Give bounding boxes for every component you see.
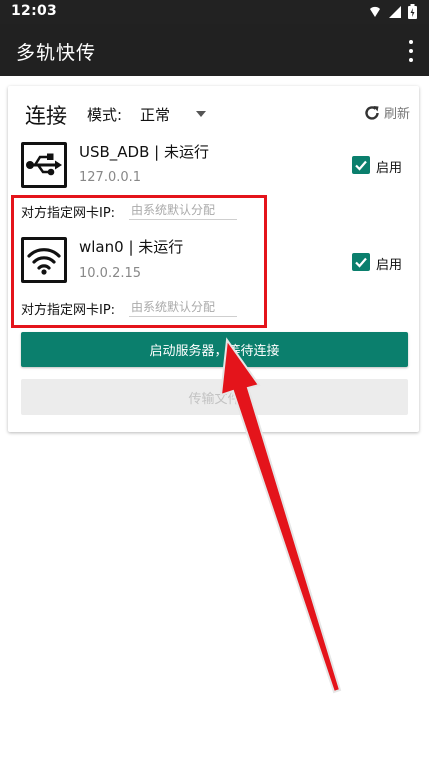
checkmark-icon: [355, 160, 367, 171]
enable-checkbox-wlan[interactable]: [352, 253, 370, 271]
transfer-file-button: 传输文件: [21, 379, 408, 415]
enable-label: 启用: [376, 161, 403, 176]
connection-address: 10.0.2.15: [79, 266, 142, 281]
peer-ip-input-usb[interactable]: [129, 200, 237, 220]
refresh-icon: [365, 105, 379, 120]
connection-name: USB_ADB | 未运行: [79, 143, 209, 161]
enable-checkbox-usb[interactable]: [352, 156, 370, 174]
enable-label: 启用: [376, 258, 403, 273]
overflow-menu-icon[interactable]: [405, 40, 417, 62]
app-bar: 多轨快传: [0, 24, 429, 76]
checkmark-icon: [355, 257, 367, 268]
connection-card: 连接 模式: 正常 刷新 USB_ADB | 未运行 127.0.0.1 启用 …: [8, 86, 419, 432]
signal-icon: [370, 6, 380, 17]
refresh-button[interactable]: 刷新: [363, 103, 410, 122]
status-icons: [368, 4, 417, 19]
ip-label: 对方指定网卡IP:: [21, 303, 116, 318]
connection-name: wlan0 | 未运行: [79, 238, 184, 256]
battery-icon: [408, 4, 417, 19]
usb-icon: [21, 142, 67, 188]
refresh-label: 刷新: [383, 107, 410, 122]
mode-select[interactable]: 正常: [140, 104, 170, 125]
connection-address: 127.0.0.1: [79, 170, 142, 185]
peer-ip-input-wlan[interactable]: [129, 297, 237, 317]
mode-label: 模式:: [87, 106, 123, 124]
status-time: 12:03: [11, 3, 58, 19]
cellular-icon: [389, 5, 401, 18]
app-title: 多轨快传: [16, 42, 97, 64]
card-heading: 连接: [25, 104, 67, 128]
status-bar: 12:03: [0, 0, 429, 24]
dropdown-caret-icon[interactable]: [196, 111, 206, 117]
start-server-button[interactable]: 启动服务器，等待连接: [21, 332, 408, 367]
ip-label: 对方指定网卡IP:: [21, 206, 116, 221]
wifi-icon: [21, 237, 67, 283]
